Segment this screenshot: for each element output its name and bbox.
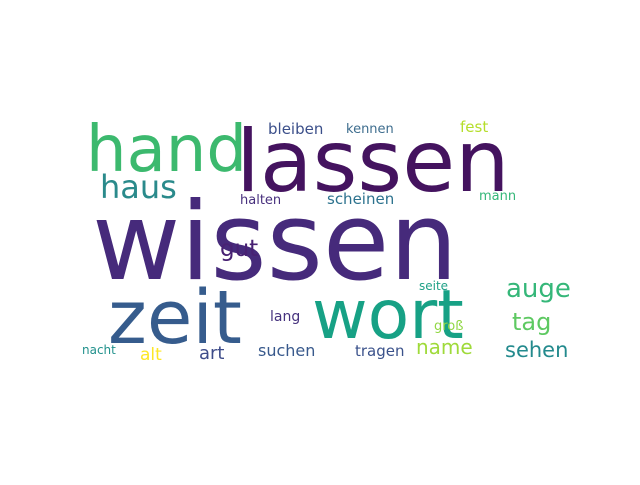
word-nacht: nacht — [82, 343, 116, 357]
word-suchen: suchen — [258, 341, 315, 360]
word-gut: gut — [220, 236, 258, 262]
word-fest: fest — [460, 118, 488, 136]
word-tag: tag — [512, 308, 551, 336]
word-sehen: sehen — [505, 338, 568, 362]
word-scheinen: scheinen — [327, 190, 394, 208]
word-haus: haus — [100, 168, 177, 206]
word-cloud-canvas: wissen lassen hand wort zeit haus auge t… — [0, 0, 640, 480]
word-gross: groß — [434, 319, 463, 334]
word-art: art — [199, 343, 225, 364]
word-tragen: tragen — [355, 342, 405, 360]
word-mann: mann — [479, 189, 516, 204]
word-bleiben: bleiben — [268, 120, 323, 138]
word-halten: halten — [240, 193, 281, 208]
word-seite: seite — [419, 279, 448, 293]
word-name: name — [416, 335, 473, 359]
word-lang: lang — [270, 309, 300, 325]
word-auge: auge — [506, 274, 571, 304]
word-alt: alt — [140, 345, 162, 365]
word-kennen: kennen — [346, 122, 394, 137]
word-cloud: wissen lassen hand wort zeit haus auge t… — [0, 0, 640, 480]
